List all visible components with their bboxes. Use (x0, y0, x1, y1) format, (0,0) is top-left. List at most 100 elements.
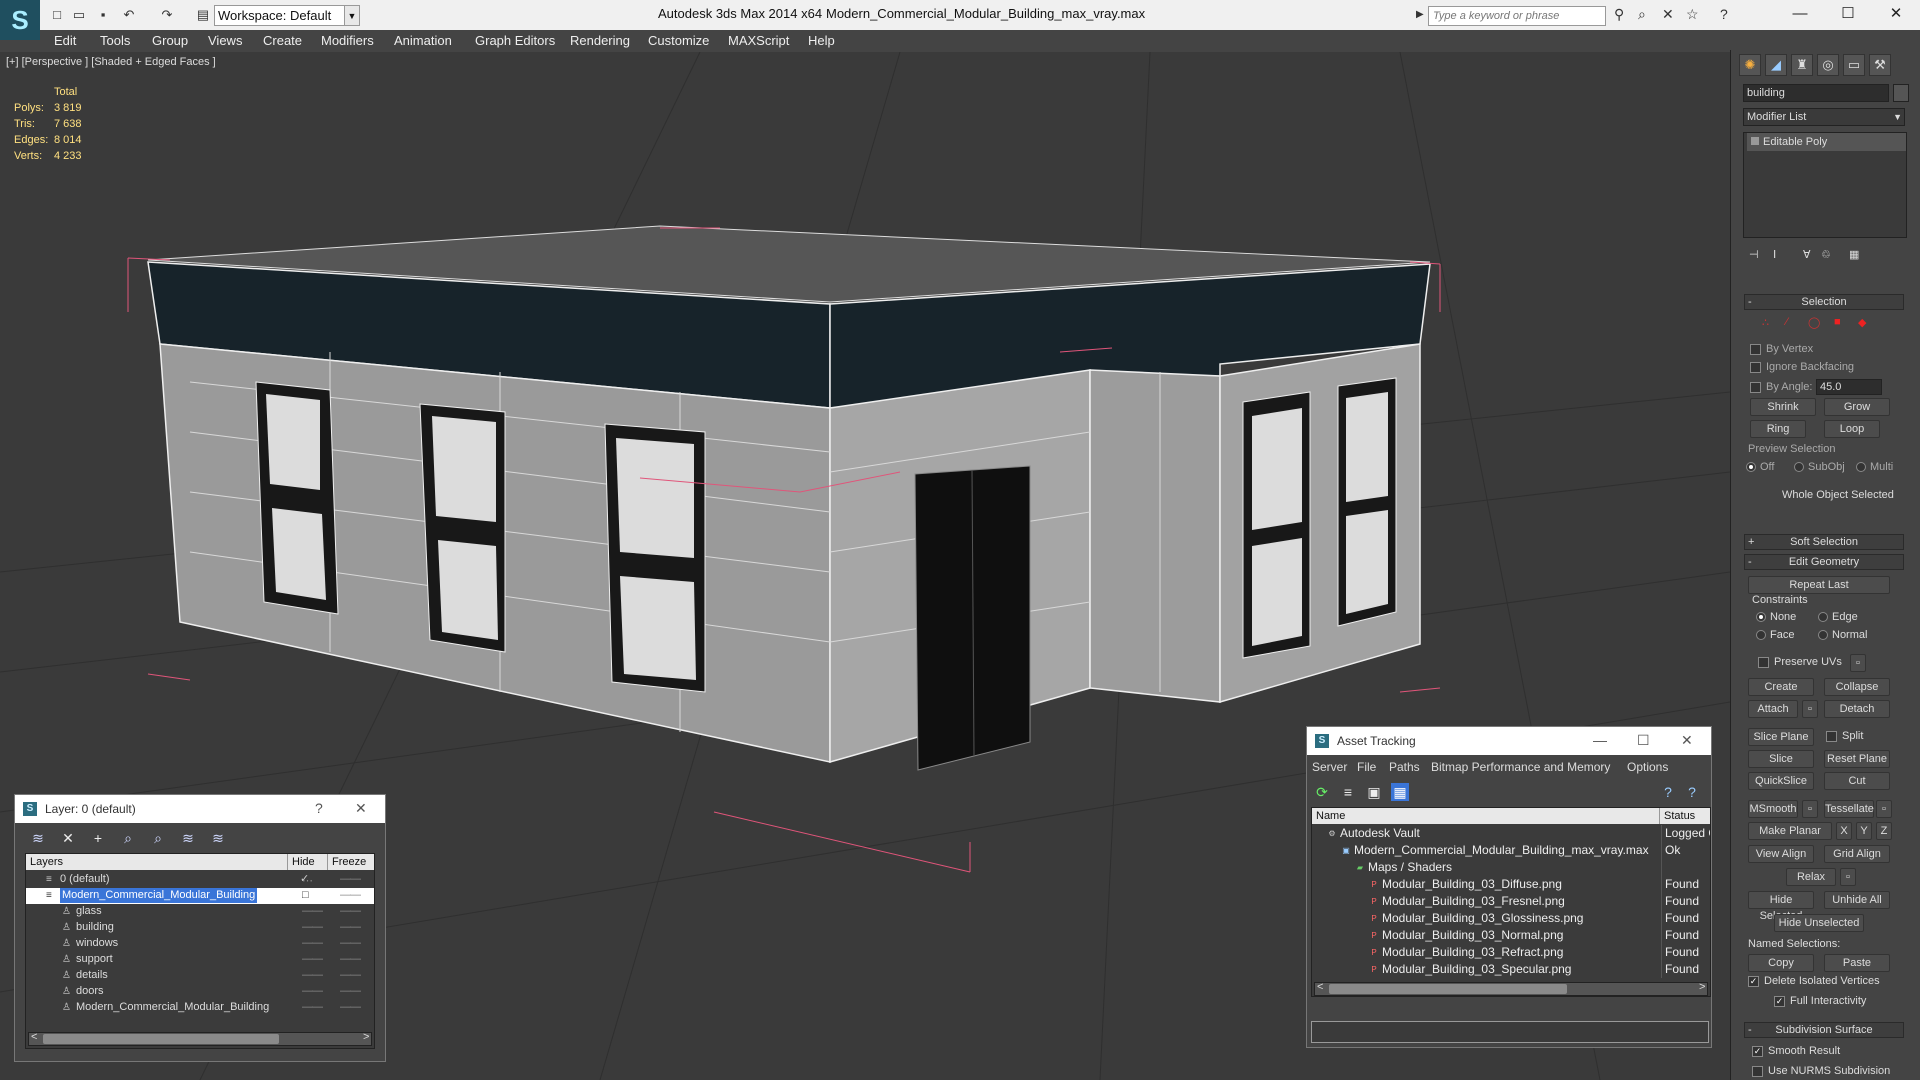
split-checkbox[interactable] (1826, 731, 1837, 742)
by-angle-checkbox[interactable] (1750, 382, 1761, 393)
menu-views[interactable]: Views (208, 33, 242, 48)
motion-tab-icon[interactable]: ◎ (1817, 54, 1839, 76)
layer-horizontal-scrollbar[interactable]: < > (28, 1031, 372, 1046)
col-name[interactable]: Name (1312, 808, 1660, 824)
object-color-swatch[interactable] (1893, 84, 1909, 102)
preserve-uvs-checkbox[interactable] (1758, 657, 1769, 668)
asset-menu-options[interactable]: Options (1627, 760, 1668, 774)
slice-plane-button[interactable]: Slice Plane (1748, 728, 1814, 746)
new-file-icon[interactable]: □ (48, 6, 66, 24)
col-status[interactable]: Status (1660, 808, 1710, 824)
layer-row[interactable]: ♙ glass —— —— (26, 904, 374, 920)
maximize-icon[interactable]: ☐ (1828, 2, 1868, 26)
relax-button[interactable]: Relax (1786, 868, 1836, 886)
grow-button[interactable]: Grow (1824, 398, 1890, 416)
layer-row[interactable]: ♙ Modern_Commercial_Modular_Building —— —— (26, 1000, 374, 1016)
asset-horizontal-scrollbar[interactable]: < > (1314, 981, 1708, 996)
selection-rollout-header[interactable]: - Selection (1744, 294, 1904, 310)
table-view-icon[interactable]: ▦ (1391, 783, 1409, 801)
ring-button[interactable]: Ring (1750, 420, 1806, 438)
modify-tab-icon[interactable]: ◢ (1765, 54, 1787, 76)
viewport-label[interactable]: [+] [Perspective ] [Shaded + Edged Faces… (6, 56, 216, 68)
asset-row[interactable]: P Modular_Building_03_Diffuse.png Found (1312, 876, 1710, 893)
create-tab-icon[interactable]: ✺ (1739, 54, 1761, 76)
asset-row[interactable]: ▣ Modern_Commercial_Modular_Building_max_… (1312, 842, 1710, 859)
subdivision-rollout-header[interactable]: - Subdivision Surface (1744, 1022, 1904, 1038)
scroll-right-icon[interactable]: > (1699, 981, 1705, 993)
configure-sets-icon[interactable]: ▦ (1849, 248, 1859, 261)
hide-all-layers-icon[interactable]: ≋ (179, 829, 197, 847)
asset-row[interactable]: P Modular_Building_03_Normal.png Found (1312, 927, 1710, 944)
detach-button[interactable]: Detach (1824, 700, 1890, 718)
layer-row[interactable]: ♙ details —— —— (26, 968, 374, 984)
asset-menu-paths[interactable]: Paths (1389, 760, 1420, 774)
menu-group[interactable]: Group (152, 33, 188, 48)
favorites-star-icon[interactable]: ☆ (1686, 6, 1699, 23)
add-to-layer-icon[interactable]: + (89, 829, 107, 847)
undo-icon[interactable]: ↶ (120, 6, 138, 24)
menu-modifiers[interactable]: Modifiers (321, 33, 374, 48)
preserve-uvs-settings-icon[interactable]: ▫ (1850, 654, 1866, 672)
asset-menu-bitmap[interactable]: Bitmap Performance and Memory (1431, 760, 1610, 774)
soft-selection-rollout-header[interactable]: + Soft Selection (1744, 534, 1904, 550)
angle-spinner[interactable]: 45.0 (1816, 379, 1882, 395)
minimize-icon[interactable]: — (1780, 2, 1820, 26)
by-vertex-checkbox[interactable] (1750, 344, 1761, 355)
shrink-button[interactable]: Shrink (1750, 398, 1816, 416)
scroll-left-icon[interactable]: < (31, 1031, 37, 1043)
tessellate-settings-icon[interactable]: ▫ (1876, 800, 1892, 818)
asset-window-titlebar[interactable]: S Asset Tracking — ☐ ✕ (1307, 727, 1711, 755)
constraint-edge-radio[interactable] (1818, 612, 1828, 622)
display-tab-icon[interactable]: ▭ (1843, 54, 1865, 76)
view-align-button[interactable]: View Align (1748, 845, 1814, 863)
asset-row[interactable]: P Modular_Building_03_Refract.png Found (1312, 944, 1710, 961)
col-freeze[interactable]: Freeze (328, 854, 374, 870)
use-nurms-checkbox[interactable] (1752, 1066, 1763, 1077)
msmooth-settings-icon[interactable]: ▫ (1802, 800, 1818, 818)
element-mode-icon[interactable]: ◆ (1858, 316, 1866, 329)
context-help-icon[interactable]: ? (1683, 783, 1701, 801)
attach-button[interactable]: Attach (1748, 700, 1798, 718)
quickslice-button[interactable]: QuickSlice (1748, 772, 1814, 790)
save-icon[interactable]: ▪ (94, 6, 112, 24)
delete-layer-icon[interactable]: ✕ (59, 829, 77, 847)
expand-icon[interactable] (1751, 137, 1759, 145)
col-layers[interactable]: Layers (26, 854, 288, 870)
asset-row[interactable]: P Modular_Building_03_Glossiness.png Found (1312, 910, 1710, 927)
preview-off-radio[interactable] (1746, 462, 1756, 472)
project-folder-icon[interactable]: ▤ (194, 6, 212, 24)
scroll-left-icon[interactable]: < (1317, 981, 1323, 993)
menu-tools[interactable]: Tools (100, 33, 130, 48)
close-icon[interactable]: ✕ (355, 800, 367, 817)
preview-multi-radio[interactable] (1856, 462, 1866, 472)
planar-y-button[interactable]: Y (1856, 822, 1872, 840)
menu-customize[interactable]: Customize (648, 33, 709, 48)
edge-mode-icon[interactable]: ⁄ (1786, 316, 1788, 328)
modifier-list-dropdown[interactable]: Modifier List ▼ (1743, 108, 1905, 126)
layer-row[interactable]: ♙ doors —— —— (26, 984, 374, 1000)
search-icon[interactable]: ⌕ (1638, 6, 1646, 23)
grid-align-button[interactable]: Grid Align (1824, 845, 1890, 863)
copy-button[interactable]: Copy (1748, 954, 1814, 972)
hide-unselected-button[interactable]: Hide Unselected (1774, 914, 1864, 932)
scroll-thumb[interactable] (1329, 984, 1567, 994)
help-icon[interactable]: ? (1659, 783, 1677, 801)
menu-create[interactable]: Create (263, 33, 302, 48)
ignore-backfacing-checkbox[interactable] (1750, 362, 1761, 373)
keyword-search-input[interactable]: Type a keyword or phrase (1428, 6, 1606, 26)
delete-isolated-checkbox[interactable]: ✓ (1748, 976, 1759, 987)
help-icon[interactable]: ? (315, 800, 323, 816)
stack-item-editable-poly[interactable]: Editable Poly (1747, 133, 1906, 151)
remove-modifier-icon[interactable]: ♲ (1821, 248, 1831, 261)
menu-graph-editors[interactable]: Graph Editors (475, 33, 555, 48)
asset-row[interactable]: P Modular_Building_03_Fresnel.png Found (1312, 893, 1710, 910)
relax-settings-icon[interactable]: ▫ (1840, 868, 1856, 886)
constraint-face-radio[interactable] (1756, 630, 1766, 640)
chevron-down-icon[interactable]: ▼ (344, 5, 360, 26)
app-logo-icon[interactable]: S (0, 0, 40, 40)
menu-maxscript[interactable]: MAXScript (728, 33, 789, 48)
help-icon[interactable]: ? (1720, 6, 1728, 22)
attach-list-icon[interactable]: ▫ (1802, 700, 1818, 718)
smooth-result-checkbox[interactable]: ✓ (1752, 1046, 1763, 1057)
layer-window-titlebar[interactable]: S Layer: 0 (default) ? ✕ (15, 795, 385, 823)
